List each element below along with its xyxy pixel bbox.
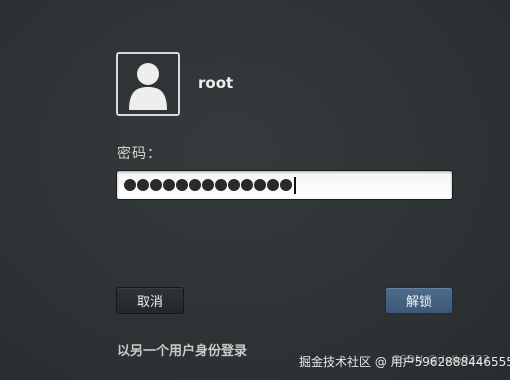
password-dot [163, 179, 175, 191]
password-dot [228, 179, 240, 191]
watermark-front: 掘金技术社区 @ 用户5962888446555 [299, 355, 510, 369]
password-dot [189, 179, 201, 191]
password-field[interactable] [116, 170, 453, 200]
password-mask [124, 179, 292, 191]
avatar [116, 52, 180, 116]
login-as-other-user-link[interactable]: 以另一个用户身份登录 [117, 340, 247, 359]
cancel-button[interactable]: 取消 [116, 287, 184, 314]
password-label: 密码： [117, 146, 162, 162]
text-caret [294, 176, 296, 194]
password-dot [124, 179, 136, 191]
password-dot [137, 179, 149, 191]
lock-screen: root 密码： 取消 解锁 以另一个用户身份登录 CSDN @dolb0322… [0, 0, 510, 380]
unlock-button[interactable]: 解锁 [385, 287, 453, 314]
username-label: root [198, 74, 234, 92]
password-dot [176, 179, 188, 191]
password-dot [241, 179, 253, 191]
password-dot [280, 179, 292, 191]
password-dot [202, 179, 214, 191]
password-dot [150, 179, 162, 191]
user-avatar-icon [129, 63, 167, 110]
password-dot [215, 179, 227, 191]
password-dot [254, 179, 266, 191]
password-dot [267, 179, 279, 191]
